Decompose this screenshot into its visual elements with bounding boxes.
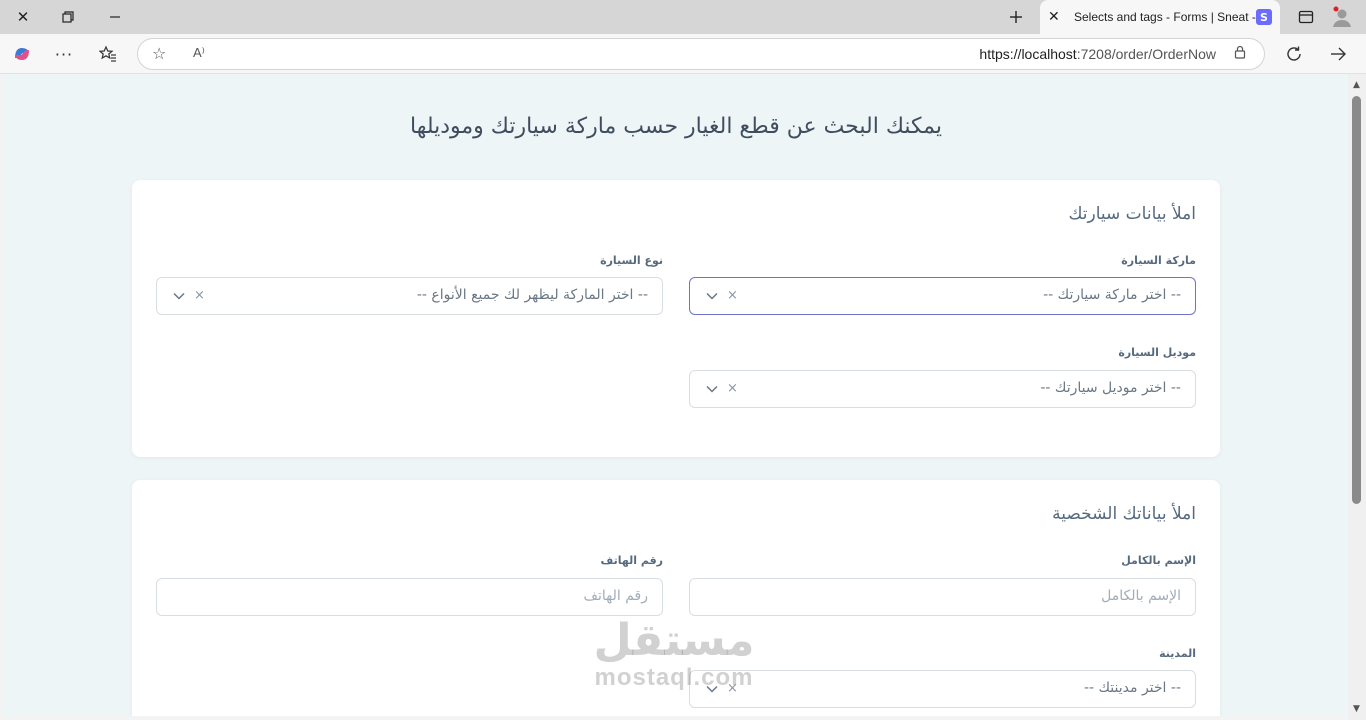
favorites-icon[interactable] [96, 42, 120, 66]
personal-card-title: املأ بياناتك الشخصية [1052, 504, 1196, 524]
phone-label: رقم الهاتف [600, 554, 663, 567]
car-model-select[interactable]: -- اختر موديل سيارتك -- × [689, 370, 1196, 408]
city-placeholder: -- اختر مدينتك -- [1083, 680, 1181, 696]
city-label: المدينة [1159, 647, 1196, 660]
url-host: https://localhost [979, 46, 1077, 62]
refresh-icon[interactable] [1282, 42, 1306, 66]
car-info-card: املأ بيانات سيارتك ماركة السيارة -- اختر… [132, 180, 1220, 457]
page-title: يمكنك البحث عن قطع الغيار حسب ماركة سيار… [409, 114, 942, 139]
tab-actions-icon[interactable] [1294, 5, 1318, 29]
personal-info-card: املأ بياناتك الشخصية الإسم بالكامل الإسم… [132, 480, 1220, 716]
city-select[interactable]: -- اختر مدينتك -- × [689, 670, 1196, 708]
car-type-select[interactable]: -- اختر الماركة ليظهر لك جميع الأنواع --… [156, 277, 663, 315]
car-model-placeholder: -- اختر موديل سيارتك -- [1040, 380, 1181, 396]
clear-icon[interactable]: × [727, 288, 738, 303]
chevron-down-icon[interactable] [173, 290, 185, 302]
chevron-down-icon[interactable] [706, 383, 718, 395]
car-model-label: موديل السيارة [1118, 346, 1196, 359]
url-text: https://localhost:7208/order/OrderNow [979, 46, 1216, 62]
clear-icon[interactable]: × [727, 681, 738, 696]
tab-favicon: S [1256, 9, 1272, 25]
car-brand-select[interactable]: -- اختر ماركة سيارتك -- × [689, 277, 1196, 315]
address-bar[interactable]: ☆ A⁾ https://localhost:7208/order/OrderN… [137, 38, 1265, 70]
car-brand-label: ماركة السيارة [1121, 254, 1196, 267]
url-path: :7208/order/OrderNow [1076, 46, 1216, 62]
full-name-input[interactable]: الإسم بالكامل [689, 578, 1196, 616]
chevron-down-icon[interactable] [706, 290, 718, 302]
full-name-label: الإسم بالكامل [1121, 554, 1196, 567]
scroll-down-arrow-icon[interactable]: ▼ [1353, 704, 1360, 714]
phone-placeholder: رقم الهاتف [583, 588, 648, 604]
forward-icon[interactable] [1326, 42, 1350, 66]
phone-input[interactable]: رقم الهاتف [156, 578, 663, 616]
scroll-up-arrow-icon[interactable]: ▲ [1353, 80, 1360, 90]
page-scrollbar[interactable]: ▲ ▼ [1348, 74, 1366, 720]
clear-icon[interactable]: × [194, 288, 205, 303]
tab-close-icon[interactable]: ✕ [1048, 9, 1066, 25]
browser-tab-strip: ✕ ✕ Selects and tags - Forms | Sneat - S [0, 0, 1366, 34]
more-options-icon[interactable]: ··· [52, 42, 76, 66]
car-brand-placeholder: -- اختر ماركة سيارتك -- [1043, 287, 1181, 303]
car-type-placeholder: -- اختر الماركة ليظهر لك جميع الأنواع -- [416, 287, 648, 303]
page-viewport: يمكنك البحث عن قطع الغيار حسب ماركة سيار… [4, 74, 1348, 716]
chevron-down-icon[interactable] [706, 683, 718, 695]
active-tab[interactable]: ✕ Selects and tags - Forms | Sneat - S [1040, 0, 1280, 34]
tab-title: Selects and tags - Forms | Sneat - [1074, 10, 1256, 24]
car-type-label: نوع السيارة [600, 254, 663, 267]
add-favorite-star-icon[interactable]: ☆ [152, 44, 166, 63]
profile-avatar-icon[interactable] [1330, 5, 1354, 29]
lock-icon[interactable] [1234, 45, 1246, 63]
scroll-thumb[interactable] [1352, 96, 1361, 504]
window-minimize-icon[interactable] [103, 5, 127, 29]
read-aloud-icon[interactable]: A⁾ [193, 45, 205, 61]
car-card-title: املأ بيانات سيارتك [1068, 204, 1196, 224]
copilot-icon[interactable] [10, 42, 34, 66]
full-name-placeholder: الإسم بالكامل [1101, 588, 1181, 604]
window-restore-icon[interactable] [56, 5, 80, 29]
window-close-icon[interactable]: ✕ [11, 5, 35, 29]
browser-toolbar: ··· ☆ A⁾ https://localhost:7208/order/Or… [0, 34, 1366, 74]
clear-icon[interactable]: × [727, 381, 738, 396]
new-tab-icon[interactable] [1004, 5, 1028, 29]
